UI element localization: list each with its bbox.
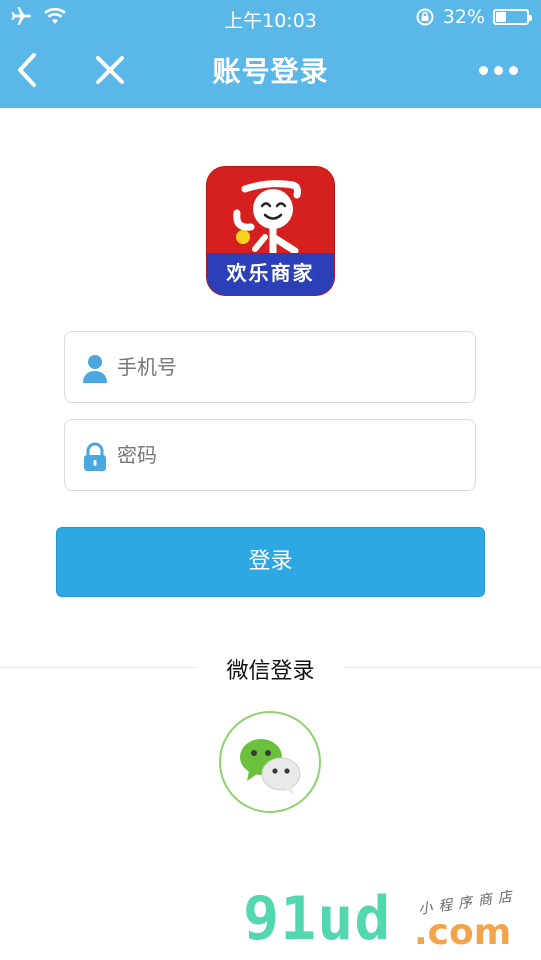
more-button[interactable]	[479, 60, 519, 80]
wechat-icon	[240, 739, 301, 795]
logo-brand-text: 欢乐商家	[207, 253, 334, 295]
page-title: 账号登录	[212, 55, 329, 88]
battery-percent: 32%	[442, 6, 485, 28]
phone-field[interactable]	[64, 331, 476, 403]
watermark-suffix: .com	[414, 912, 512, 953]
battery-icon	[493, 9, 532, 25]
watermark: 91ud 小程序商店 .com	[240, 884, 530, 960]
wechat-login-label: 微信登录	[226, 659, 315, 684]
more-dot	[479, 65, 488, 75]
more-dot	[494, 65, 503, 75]
login-button[interactable]: 登录	[56, 527, 485, 597]
navigation-bar: 账号登录	[0, 36, 541, 108]
status-bar: 上午10:03 32%	[0, 0, 541, 36]
more-dot	[509, 65, 518, 75]
password-field[interactable]	[64, 419, 476, 491]
app-logo: 欢乐商家	[207, 167, 334, 295]
battery-fill	[496, 12, 506, 22]
top-bar: 上午10:03 32% 账号登录	[0, 0, 541, 108]
smile-face-icon	[233, 180, 301, 257]
orientation-lock-icon	[416, 8, 434, 26]
watermark-main: 91ud	[243, 884, 392, 954]
phone-input[interactable]	[117, 332, 457, 402]
status-right: 32%	[415, 6, 532, 28]
wechat-login-button[interactable]	[219, 711, 321, 813]
user-icon	[83, 355, 107, 383]
lock-icon	[84, 442, 106, 471]
password-input[interactable]	[117, 420, 457, 490]
